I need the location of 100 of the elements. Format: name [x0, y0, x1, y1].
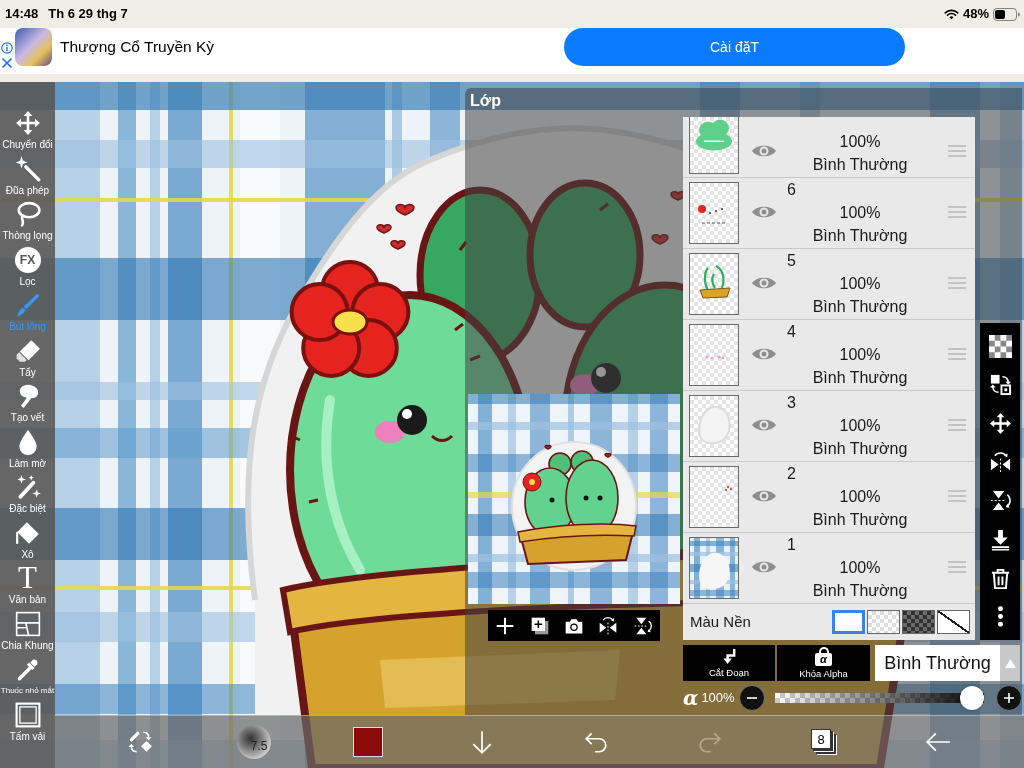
- layer-row[interactable]: 100% Bình Thường: [683, 117, 975, 178]
- layer-blend-mode: Bình Thường: [812, 226, 908, 246]
- fx-icon: FX: [14, 246, 41, 273]
- background-swatch[interactable]: [902, 610, 935, 634]
- flip-horizontal-icon[interactable]: [598, 615, 619, 636]
- opacity-reading: 100%: [701, 689, 735, 708]
- layer-thumbnail: [689, 395, 739, 457]
- tool-button[interactable]: Chia Khung: [0, 606, 55, 652]
- eraser-icon: [14, 337, 41, 364]
- heart-icon: [390, 240, 406, 250]
- tool-button[interactable]: Tấm vải: [0, 697, 55, 743]
- drag-handle-icon[interactable]: [948, 419, 966, 431]
- eye: [591, 363, 621, 393]
- slider-thumb[interactable]: [960, 686, 984, 710]
- eye-icon[interactable]: [751, 417, 777, 433]
- add-layer-icon[interactable]: [529, 615, 550, 636]
- install-button[interactable]: Cài đặT: [564, 28, 905, 66]
- smile-mark: [431, 434, 453, 442]
- eye-icon[interactable]: [751, 559, 777, 575]
- plus-icon[interactable]: [495, 615, 516, 636]
- brush-icon: [14, 292, 41, 318]
- drag-handle-icon[interactable]: [948, 490, 966, 502]
- layer-blend-mode: Bình Thường: [812, 439, 908, 459]
- background-swatch[interactable]: [867, 610, 900, 634]
- ad-app-name: Thượng Cổ Truyền Kỳ: [60, 37, 215, 58]
- tool-button[interactable]: Làm mờ: [0, 424, 55, 470]
- tool-button[interactable]: Tẩy: [0, 333, 55, 379]
- tool-button[interactable]: Thòng lọng: [0, 197, 55, 243]
- drag-handle-icon[interactable]: [948, 145, 966, 157]
- status-time: 14:48: [5, 5, 39, 24]
- layer-opacity: 100%: [839, 416, 881, 436]
- battery-percent: 48%: [962, 5, 989, 24]
- layer-number: 6: [787, 180, 796, 200]
- eye-icon[interactable]: [751, 204, 777, 220]
- background-swatch[interactable]: [832, 610, 865, 634]
- layer-blend-mode: Bình Thường: [812, 581, 908, 601]
- clipping-button[interactable]: Cắt Đoạn: [683, 645, 775, 681]
- drag-handle-icon[interactable]: [948, 277, 966, 289]
- background-swatch[interactable]: [937, 610, 970, 634]
- up-triangle-icon: [1004, 658, 1016, 668]
- alpha-symbol: α: [683, 687, 699, 709]
- flip-vertical-icon[interactable]: [988, 489, 1012, 513]
- increase-opacity-button[interactable]: [996, 685, 1022, 711]
- layer-number: 5: [787, 251, 796, 271]
- layer-thumbnail: [689, 117, 739, 174]
- battery-icon: [993, 7, 1020, 21]
- panels-icon: [14, 610, 41, 637]
- layer-blend-mode: Bình Thường: [812, 155, 908, 175]
- layer-opacity: 100%: [839, 487, 881, 507]
- eye-icon[interactable]: [751, 143, 777, 159]
- eye-icon[interactable]: [751, 488, 777, 504]
- swap-squares-icon[interactable]: [988, 373, 1012, 397]
- brush-size-button[interactable]: 7.5: [237, 725, 271, 759]
- layer-thumbnail: [689, 537, 739, 599]
- blend-mode-dropdown[interactable]: Bình Thường: [875, 645, 1000, 681]
- sparkle-pen-icon: [14, 474, 41, 500]
- layer-opacity: 100%: [839, 345, 881, 365]
- panel-title: Lớp: [470, 91, 501, 111]
- layer-blend-mode: Bình Thường: [812, 368, 908, 388]
- info-icon[interactable]: [1, 42, 13, 54]
- checker-icon[interactable]: [988, 334, 1012, 358]
- eye: [397, 405, 427, 435]
- clip-arrow-icon: [721, 648, 737, 665]
- tool-button[interactable]: T Văn bản: [0, 561, 55, 607]
- drag-handle-icon[interactable]: [948, 206, 966, 218]
- tool-button[interactable]: Xô: [0, 515, 55, 561]
- magic-wand-icon: [14, 155, 41, 182]
- layer-opacity: 100%: [839, 203, 881, 223]
- tool-button[interactable]: Tạo vết: [0, 379, 55, 425]
- tool-button[interactable]: Chuyển đổi: [0, 106, 55, 152]
- layer-number: 3: [787, 393, 796, 413]
- color-swatch-icon[interactable]: [353, 727, 383, 757]
- background-color-label: Màu Nền: [690, 611, 751, 632]
- status-date: Th 6 29 thg 7: [48, 5, 128, 24]
- drag-handle-icon[interactable]: [948, 561, 966, 573]
- layer-thumbnail: [689, 324, 739, 386]
- tool-button[interactable]: FX Lọc: [0, 242, 55, 288]
- heart-icon: [376, 224, 392, 234]
- tool-button[interactable]: Đặc biệt: [0, 470, 55, 516]
- layer-opacity: 100%: [839, 558, 881, 578]
- heart-icon: [670, 191, 686, 201]
- layer-opacity: 100%: [839, 274, 881, 294]
- heart-icon: [395, 203, 415, 216]
- frame-icon: [14, 701, 41, 728]
- alpha-lock-button[interactable]: α Khóa Alpha: [777, 645, 870, 681]
- letter-t-icon: T: [14, 565, 41, 591]
- layer-blend-mode: Bình Thường: [812, 510, 908, 530]
- close-icon[interactable]: [1, 57, 13, 69]
- tool-button[interactable]: Thuốc nhỏ mắt: [0, 652, 55, 698]
- brush-eraser-swap-icon[interactable]: [127, 729, 153, 755]
- layer-blend-mode: Bình Thường: [812, 297, 908, 317]
- drag-handle-icon[interactable]: [948, 348, 966, 360]
- flip-horizontal-icon[interactable]: [988, 450, 1012, 474]
- wifi-icon: [943, 8, 959, 20]
- layer-number: 1: [787, 535, 796, 555]
- eye-icon[interactable]: [751, 275, 777, 291]
- tool-button[interactable]: Đũa phép: [0, 151, 55, 197]
- layer-thumbnail: [689, 466, 739, 528]
- eye-icon[interactable]: [751, 346, 777, 362]
- move-icon[interactable]: [988, 412, 1012, 436]
